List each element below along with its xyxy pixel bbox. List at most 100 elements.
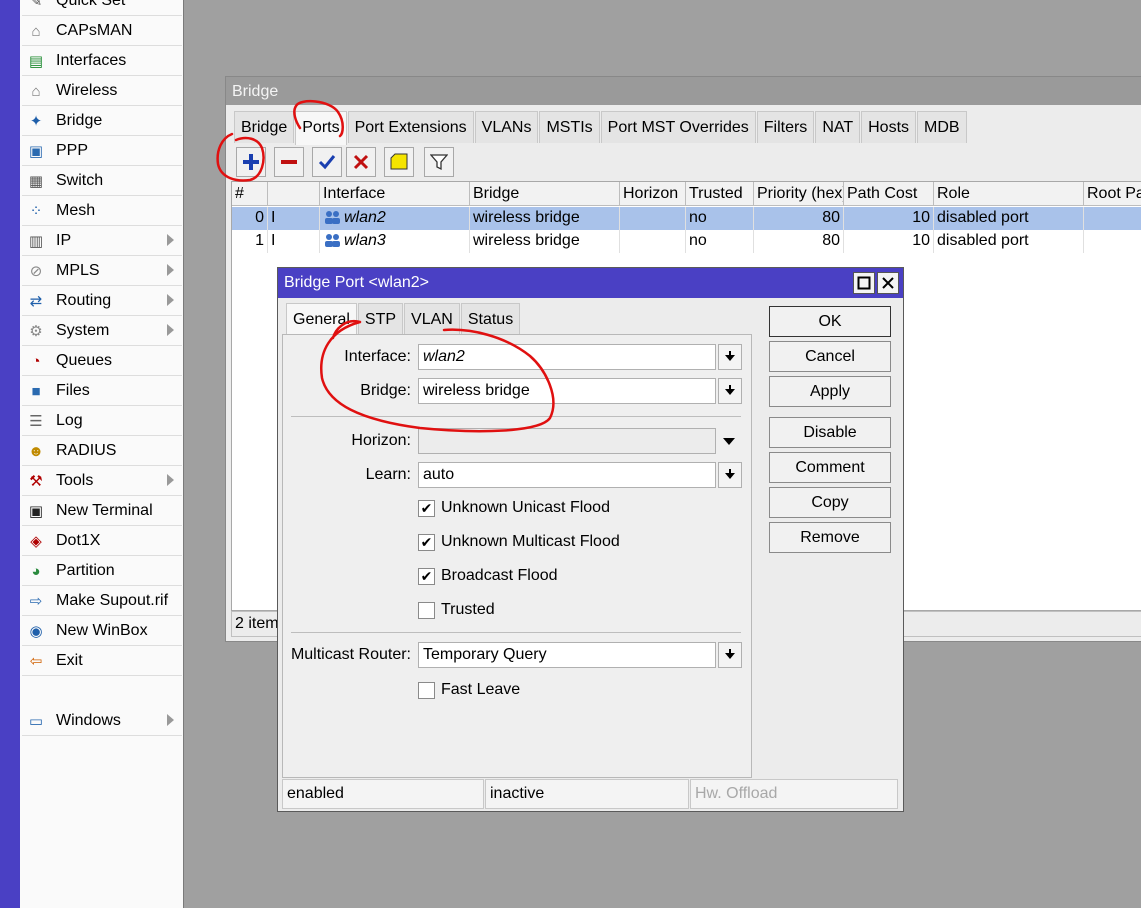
menu-item-radius[interactable]: ☻ RADIUS (22, 437, 182, 466)
column-header-path-cost[interactable]: Path Cost (844, 182, 934, 206)
column-header-horizon[interactable]: Horizon (620, 182, 686, 206)
row-priority: 80 (754, 207, 844, 230)
horizon-expand-icon[interactable] (723, 438, 735, 445)
row-interface-name: wlan3 (344, 232, 386, 249)
checkbox-box[interactable]: ✔ (418, 499, 435, 517)
bridge-dropdown-button[interactable] (718, 378, 742, 404)
tab-mdb[interactable]: MDB (917, 111, 967, 143)
exit-icon: ⇦ (29, 652, 43, 670)
column-header-priority[interactable]: Priority (hex) (754, 182, 844, 206)
disable-button[interactable] (346, 147, 376, 177)
multicast-router-select[interactable]: Temporary Query (418, 642, 716, 668)
bridge-tabs: Bridge Ports Port Extensions VLANs MSTIs Port… (234, 111, 968, 145)
tab-bridge[interactable]: Bridge (234, 111, 295, 143)
horizon-input[interactable] (418, 428, 716, 454)
menu-item-mpls[interactable]: ⊘ MPLS (22, 257, 182, 286)
menu-item-partition[interactable]: ◕ Partition (22, 557, 182, 586)
tab-mstis[interactable]: MSTIs (539, 111, 600, 143)
comment-button[interactable] (384, 147, 414, 177)
menu-item-new-winbox[interactable]: ◉ New WinBox (22, 617, 182, 646)
column-header-interface[interactable]: Interface (320, 182, 470, 206)
column-header-bridge[interactable]: Bridge (470, 182, 620, 206)
table-row[interactable]: 1 I wlan3 wireless bridge no 80 10 disab… (232, 230, 1141, 253)
menu-item-switch[interactable]: ▦ Switch (22, 167, 182, 196)
remove-button[interactable]: Remove (769, 522, 891, 553)
ok-button[interactable]: OK (769, 306, 891, 337)
column-header-role[interactable]: Role (934, 182, 1084, 206)
broadcast-flood-checkbox[interactable]: ✔ Broadcast Flood (418, 565, 558, 587)
menu-item-bridge[interactable]: ✦ Bridge (22, 107, 182, 136)
table-row[interactable]: 0 I wlan2 wireless bridge no 80 10 disab… (232, 207, 1141, 230)
menu-item-interfaces[interactable]: ▤ Interfaces (22, 47, 182, 76)
menu-item-label: CAPsMAN (56, 22, 133, 39)
menu-item-new-terminal[interactable]: ▣ New Terminal (22, 497, 182, 526)
checkbox-box[interactable]: ✔ (418, 567, 435, 585)
checkbox-box[interactable] (418, 681, 435, 699)
column-header-flags[interactable] (268, 182, 320, 206)
menu-item-log[interactable]: ☰ Log (22, 407, 182, 436)
interface-dropdown-button[interactable] (718, 344, 742, 370)
menu-item-ppp[interactable]: ▣ PPP (22, 137, 182, 166)
bridge-select[interactable]: wireless bridge (418, 378, 716, 404)
dialog-title[interactable]: Bridge Port <wlan2> (278, 268, 903, 298)
remove-button[interactable] (274, 147, 304, 177)
close-button[interactable] (877, 272, 899, 294)
menu-item-mesh[interactable]: ⁘ Mesh (22, 197, 182, 226)
checkbox-box[interactable] (418, 601, 435, 619)
filter-button[interactable] (424, 147, 454, 177)
menu-item-routing[interactable]: ⇄ Routing (22, 287, 182, 316)
tab-filters[interactable]: Filters (756, 111, 815, 143)
menu-item-windows[interactable]: ▭ Windows (22, 707, 182, 736)
multicast-router-dropdown-button[interactable] (718, 642, 742, 668)
menu-item-quick-set[interactable]: ✎ Quick Set (22, 0, 182, 16)
dialog-tab-status[interactable]: Status (460, 303, 521, 335)
column-header-root-path[interactable]: Root Pa (1084, 182, 1141, 206)
interface-select[interactable]: wlan2 (418, 344, 716, 370)
tab-port-extensions[interactable]: Port Extensions (347, 111, 474, 143)
dropdown-arrow-icon (725, 351, 735, 361)
menu-item-make-supout-rif[interactable]: ⇨ Make Supout.rif (22, 587, 182, 616)
add-button[interactable] (236, 147, 266, 177)
x-icon (353, 154, 369, 170)
checkbox-box[interactable]: ✔ (418, 533, 435, 551)
row-interface-name: wlan2 (344, 209, 386, 226)
tools-icon: ⚒ (29, 472, 43, 490)
bridge-window-title[interactable]: Bridge (226, 77, 1141, 105)
menu-item-files[interactable]: ■ Files (22, 377, 182, 406)
unknown-multicast-flood-checkbox[interactable]: ✔ Unknown Multicast Flood (418, 531, 620, 553)
learn-select[interactable]: auto (418, 462, 716, 488)
dialog-tab-vlan[interactable]: VLAN (404, 303, 460, 335)
dropdown-arrow-icon (725, 469, 735, 479)
switch-icon: ▦ (28, 172, 44, 190)
submenu-arrow-icon (167, 294, 174, 306)
tab-vlans[interactable]: VLANs (474, 111, 539, 143)
tab-nat[interactable]: NAT (815, 111, 861, 143)
tab-hosts[interactable]: Hosts (861, 111, 917, 143)
learn-dropdown-button[interactable] (718, 462, 742, 488)
column-header-number[interactable]: # (232, 182, 268, 206)
trusted-checkbox[interactable]: Trusted (418, 599, 495, 621)
apply-button[interactable]: Apply (769, 376, 891, 407)
tab-port-mst-overrides[interactable]: Port MST Overrides (600, 111, 756, 143)
menu-item-dot1x[interactable]: ◈ Dot1X (22, 527, 182, 556)
menu-item-system[interactable]: ⚙ System (22, 317, 182, 346)
disable-button[interactable]: Disable (769, 417, 891, 448)
mpls-icon: ⊘ (29, 262, 43, 280)
tab-ports[interactable]: Ports (295, 111, 347, 145)
cancel-button[interactable]: Cancel (769, 341, 891, 372)
dialog-tab-general[interactable]: General (286, 303, 357, 337)
menu-item-ip[interactable]: ▥ IP (22, 227, 182, 256)
copy-button[interactable]: Copy (769, 487, 891, 518)
menu-item-capsman[interactable]: ⌂ CAPsMAN (22, 17, 182, 46)
maximize-button[interactable] (853, 272, 875, 294)
menu-item-exit[interactable]: ⇦ Exit (22, 647, 182, 676)
enable-button[interactable] (312, 147, 342, 177)
dialog-tab-stp[interactable]: STP (357, 303, 404, 335)
menu-item-queues[interactable]: ◔ Queues (22, 347, 182, 376)
fast-leave-checkbox[interactable]: Fast Leave (418, 679, 520, 701)
menu-item-tools[interactable]: ⚒ Tools (22, 467, 182, 496)
unknown-unicast-flood-checkbox[interactable]: ✔ Unknown Unicast Flood (418, 497, 610, 519)
menu-item-wireless[interactable]: ⌂ Wireless (22, 77, 182, 106)
column-header-trusted[interactable]: Trusted (686, 182, 754, 206)
comment-button[interactable]: Comment (769, 452, 891, 483)
